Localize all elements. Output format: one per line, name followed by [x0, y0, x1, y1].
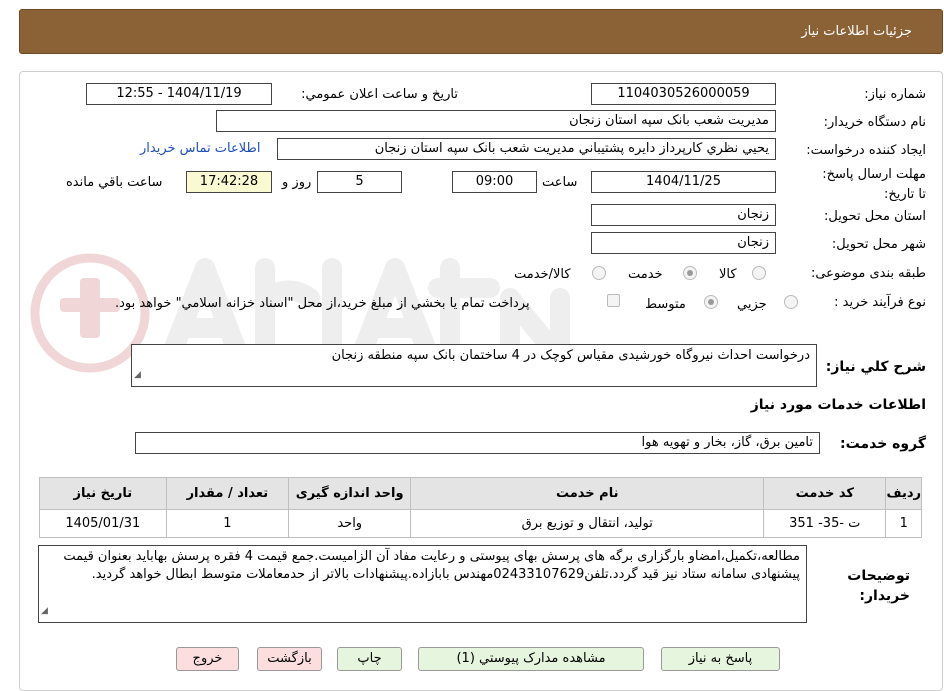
- deadline-date-field: 1404/11/25: [591, 171, 776, 193]
- city-field: زنجان: [591, 232, 776, 254]
- page-title: جزئیات اطلاعات نیاز: [801, 24, 912, 39]
- resize-grip-icon: ◢: [41, 606, 48, 616]
- announce-label: تاریخ و ساعت اعلان عمومي:: [301, 87, 458, 102]
- category-service-radio[interactable]: [683, 266, 697, 280]
- table-row: 1 ت -35- 351 تولید، انتقال و توزیع برق و…: [39, 509, 922, 538]
- treasury-payment-note: پرداخت تمام يا بخشي از مبلغ خريد،از محل …: [115, 296, 530, 311]
- col-quantity: تعداد / مقدار: [165, 477, 290, 510]
- buyer-contact-link[interactable]: اطلاعات تماس خريدار: [140, 141, 260, 156]
- summary-textarea: درخواست احداث نیروگاه خورشیدی مقیاس کوچک…: [131, 344, 817, 387]
- process-minor-label: جزيي: [737, 297, 767, 312]
- days-field: 5: [317, 171, 402, 193]
- process-medium-label: متوسط: [645, 297, 686, 312]
- summary-text: درخواست احداث نیروگاه خورشیدی مقیاس کوچک…: [331, 348, 810, 363]
- province-field: زنجان: [591, 204, 776, 226]
- col-unit: واحد اندازه گيری: [288, 477, 412, 510]
- cell-unit: واحد: [288, 509, 412, 538]
- process-medium-radio[interactable]: [704, 295, 718, 309]
- remaining-time-field: 17:42:28: [186, 171, 272, 193]
- service-group-label: گروه خدمت:: [840, 436, 926, 452]
- province-label: استان محل تحويل:: [824, 209, 926, 224]
- category-goods-service-radio[interactable]: [592, 266, 606, 280]
- deadline-label: مهلت ارسال پاسخ: تا تاريخ:: [822, 167, 926, 202]
- announce-field: 1404/11/19 - 12:55: [86, 83, 272, 105]
- treasury-payment-checkbox[interactable]: [607, 294, 620, 307]
- print-button[interactable]: چاپ: [337, 647, 402, 671]
- process-minor-radio[interactable]: [784, 295, 798, 309]
- category-goods-service-label: کالا/خدمت: [514, 267, 571, 282]
- cell-service-code: ت -35- 351: [763, 509, 887, 538]
- buyer-notes-textarea: مطالعه،تکمیل،امضاو بارگزاری برگه های پرس…: [38, 545, 807, 623]
- service-group-field: تامین برق، گاز، بخار و تهویه هوا: [135, 432, 820, 454]
- requester-field: يحيي نظري کارپرداز دايره پشتيباني مديريت…: [277, 138, 776, 160]
- category-service-label: خدمت: [628, 267, 663, 282]
- deadline-time-field: 09:00: [452, 171, 537, 193]
- services-table: رديف کد خدمت نام خدمت واحد اندازه گيری ت…: [39, 477, 922, 538]
- cell-row-number: 1: [885, 509, 922, 538]
- need-number-label: شماره نیاز:: [864, 87, 926, 102]
- cell-service-name: تولید، انتقال و توزیع برق: [410, 509, 765, 538]
- buyer-org-label: نام دستگاه خريدار:: [823, 115, 926, 130]
- category-goods-label: کالا: [719, 267, 737, 282]
- cell-quantity: 1: [165, 509, 290, 538]
- remaining-label: ساعت باقي مانده: [66, 175, 163, 190]
- summary-label: شرح کلي نياز:: [825, 359, 926, 375]
- buyer-notes-text: مطالعه،تکمیل،امضاو بارگزاری برگه های پرس…: [63, 549, 800, 582]
- cell-need-date: 1405/01/31: [39, 509, 167, 538]
- days-label: روز و: [282, 175, 312, 190]
- table-header-row: رديف کد خدمت نام خدمت واحد اندازه گيری ت…: [39, 477, 922, 510]
- col-service-code: کد خدمت: [763, 477, 887, 510]
- category-label: طبقه بندی موضوعی:: [810, 266, 926, 281]
- resize-grip-icon: ◢: [134, 370, 141, 380]
- buyer-notes-label: توضيحات خريدار:: [847, 568, 910, 604]
- need-number-field: 1104030526000059: [591, 83, 776, 105]
- process-label: نوع فرآيند خريد :: [834, 295, 926, 310]
- back-button[interactable]: بازگشت: [257, 647, 322, 671]
- view-attachments-button[interactable]: مشاهده مدارک پيوستي (1): [418, 647, 644, 671]
- requester-label: ايجاد کننده درخواست:: [806, 143, 926, 158]
- col-service-name: نام خدمت: [410, 477, 765, 510]
- buyer-org-field: مديريت شعب بانک سپه استان زنجان: [216, 110, 776, 132]
- reply-button[interactable]: پاسخ به نياز: [661, 647, 780, 671]
- exit-button[interactable]: خروج: [176, 647, 239, 671]
- page-header: جزئیات اطلاعات نیاز: [19, 9, 943, 54]
- col-row-number: رديف: [885, 477, 922, 510]
- city-label: شهر محل تحويل:: [831, 237, 926, 252]
- col-need-date: تاريخ نياز: [39, 477, 167, 510]
- category-goods-radio[interactable]: [752, 266, 766, 280]
- time-label: ساعت: [542, 175, 578, 190]
- services-heading: اطلاعات خدمات مورد نياز: [750, 397, 926, 413]
